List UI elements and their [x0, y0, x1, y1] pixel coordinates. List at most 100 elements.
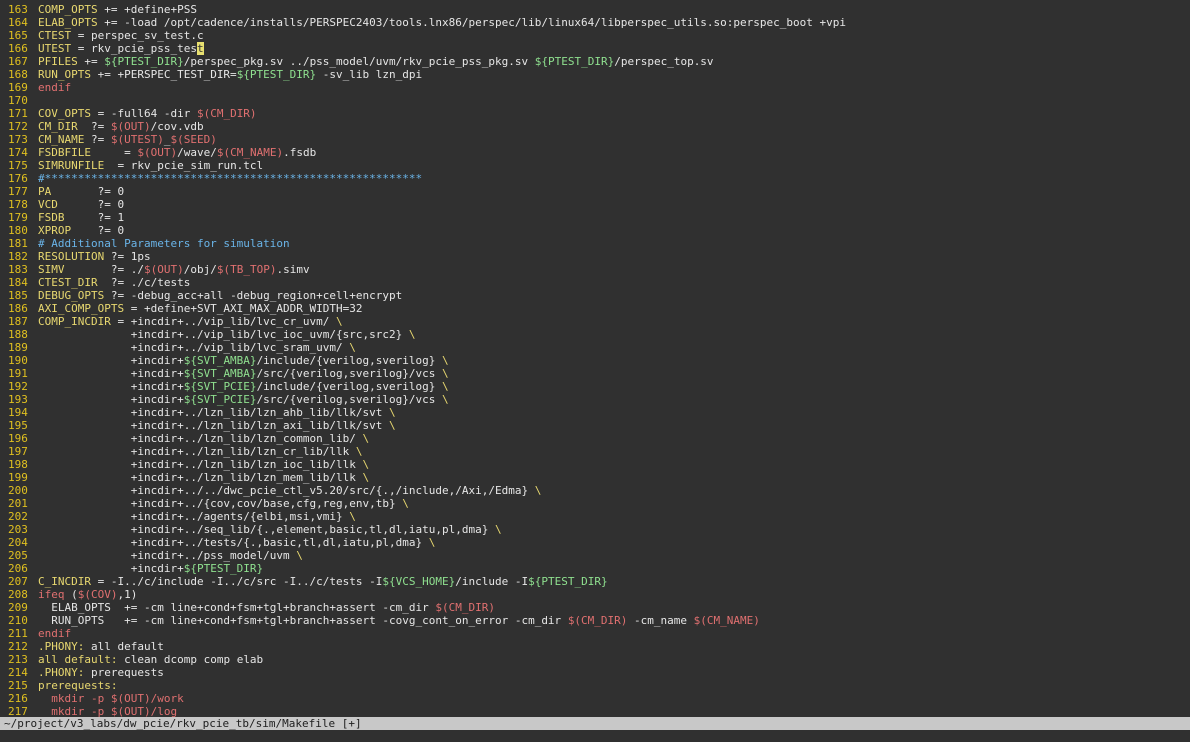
code-token: ( [64, 588, 78, 601]
code-line[interactable]: 190 +incdir+${SVT_AMBA}/include/{verilog… [0, 354, 449, 367]
code-line[interactable]: 196 +incdir+../lzn_lib/lzn_common_lib/ \ [0, 432, 369, 445]
code-text: PA ?= 0 [38, 185, 124, 198]
code-token: +incdir+../vip_lib/lvc_ioc_uvm/{src,src2… [38, 328, 409, 341]
line-number: 177 [8, 185, 28, 198]
code-text: SIMV ?= ./$(OUT)/obj/$(TB_TOP).simv [38, 263, 310, 276]
code-token: = +define+SVT_AXI_MAX_ADDR_WIDTH=32 [124, 302, 363, 315]
code-line[interactable]: 180 XPROP ?= 0 [0, 224, 124, 237]
line-number: 203 [8, 523, 28, 536]
line-number: 209 [8, 601, 28, 614]
code-text: CTEST = perspec_sv_test.c [38, 29, 204, 42]
code-line[interactable]: 171 COV_OPTS = -full64 -dir $(CM_DIR) [0, 107, 257, 120]
code-line[interactable]: 185 DEBUG_OPTS ?= -debug_acc+all -debug_r… [0, 289, 402, 302]
code-token: = perspec_sv_test.c [71, 29, 204, 42]
code-token: +incdir+../pss_model/uvm [38, 549, 297, 562]
code-text: +incdir+../lzn_lib/lzn_ahb_lib/llk/svt \ [38, 406, 396, 419]
code-line[interactable]: 174 FSDBFILE = $(OUT)/wave/$(CM_NAME).fsd… [0, 146, 316, 159]
code-line[interactable]: 172 CM_DIR ?= $(OUT)/cov.vdb [0, 120, 204, 133]
line-number: 168 [8, 68, 28, 81]
line-number: 178 [8, 198, 28, 211]
code-line[interactable]: 188 +incdir+../vip_lib/lvc_ioc_uvm/{src,… [0, 328, 416, 341]
code-line[interactable]: 165 CTEST = perspec_sv_test.c [0, 29, 204, 42]
code-text: +incdir+../{cov,cov/base,cfg,reg,env,tb}… [38, 497, 409, 510]
code-line[interactable]: 184 CTEST_DIR ?= ./c/tests [0, 276, 190, 289]
code-line[interactable]: 177 PA ?= 0 [0, 185, 124, 198]
code-token: +incdir+../lzn_lib/lzn_ahb_lib/llk/svt [38, 406, 389, 419]
code-text: +incdir+${SVT_PCIE}/src/{verilog,sverilo… [38, 393, 449, 406]
code-token: -cm_name [627, 614, 694, 627]
code-line[interactable]: 213 all default: clean dcomp comp elab [0, 653, 263, 666]
code-text: endif [38, 81, 71, 94]
code-text: +incdir+../lzn_lib/lzn_common_lib/ \ [38, 432, 369, 445]
code-line[interactable]: 191 +incdir+${SVT_AMBA}/src/{verilog,sve… [0, 367, 449, 380]
code-line[interactable]: 194 +incdir+../lzn_lib/lzn_ahb_lib/llk/s… [0, 406, 396, 419]
code-token: endif [38, 627, 72, 640]
code-line[interactable]: 214 .PHONY: prerequests [0, 666, 164, 679]
command-line[interactable] [0, 730, 1190, 742]
code-token: ELAB_OPTS += -cm line+cond+fsm+tgl+branc… [38, 601, 436, 614]
code-line[interactable]: 203 +incdir+../seq_lib/{.,element,basic,… [0, 523, 502, 536]
code-line[interactable]: 170 [0, 94, 38, 107]
code-line[interactable]: 175 SIMRUNFILE = rkv_pcie_sim_run.tcl [0, 159, 263, 172]
code-text: CM_DIR ?= $(OUT)/cov.vdb [38, 120, 204, 133]
line-number: 163 [8, 3, 28, 16]
code-line[interactable]: 198 +incdir+../lzn_lib/lzn_ioc_lib/llk \ [0, 458, 369, 471]
code-line[interactable]: 205 +incdir+../pss_model/uvm \ [0, 549, 303, 562]
code-line[interactable]: 208 ifeq ($(COV),1) [0, 588, 137, 601]
editor-text-area[interactable]: 163 COMP_OPTS += +define+PSS 164 ELAB_OPTS … [0, 0, 1190, 718]
code-token: \ [355, 445, 363, 458]
code-line[interactable]: 173 CM_NAME ?= $(UTEST)_$(SEED) [0, 133, 217, 146]
code-line[interactable]: 209 ELAB_OPTS += -cm line+cond+fsm+tgl+b… [0, 601, 495, 614]
code-text: FSDBFILE = $(OUT)/wave/$(CM_NAME).fsdb [38, 146, 316, 159]
code-line[interactable]: 216 mkdir -p $(OUT)/work [0, 692, 184, 705]
code-line[interactable]: 197 +incdir+../lzn_lib/lzn_cr_lib/llk \ [0, 445, 363, 458]
code-line[interactable]: 186 AXI_COMP_OPTS = +define+SVT_AXI_MAX_A… [0, 302, 363, 315]
code-line[interactable]: 169 endif [0, 81, 71, 94]
code-line[interactable]: 164 ELAB_OPTS += -load /opt/cadence/insta… [0, 16, 846, 29]
code-token: += +PERSPEC_TEST_DIR= [90, 68, 237, 81]
code-line[interactable]: 167 PFILES += ${PTEST_DIR}/perspec_pkg.sv… [0, 55, 714, 68]
code-line[interactable]: 163 COMP_OPTS += +define+PSS [0, 3, 197, 16]
code-line[interactable]: 181 # Additional Parameters for simulatio… [0, 237, 290, 250]
code-token: ?= [84, 133, 111, 146]
code-token: /src/{verilog,sverilog}/vcs [256, 393, 442, 406]
code-line[interactable]: 193 +incdir+${SVT_PCIE}/src/{verilog,sve… [0, 393, 449, 406]
code-line[interactable]: 207 C_INCDIR = -I../c/include -I../c/src … [0, 575, 608, 588]
code-line[interactable]: 204 +incdir+../tests/{.,basic,tl,dl,iatu… [0, 536, 435, 549]
code-line[interactable]: 200 +incdir+../../dwc_pcie_ctl_v5.20/src… [0, 484, 541, 497]
code-line[interactable]: 168 RUN_OPTS += +PERSPEC_TEST_DIR=${PTEST… [0, 68, 422, 81]
code-line[interactable]: 201 +incdir+../{cov,cov/base,cfg,reg,env… [0, 497, 409, 510]
line-number: 187 [8, 315, 28, 328]
code-line[interactable]: 183 SIMV ?= ./$(OUT)/obj/$(TB_TOP).simv [0, 263, 310, 276]
code-token: $(OUT) [137, 146, 178, 159]
code-text: COMP_INCDIR = +incdir+../vip_lib/lvc_cr_… [38, 315, 343, 328]
code-line[interactable]: 182 RESOLUTION ?= 1ps [0, 250, 151, 263]
code-line[interactable]: 176 #************************************… [0, 172, 422, 185]
code-token: \ [428, 536, 436, 549]
code-line[interactable]: 187 COMP_INCDIR = +incdir+../vip_lib/lvc_… [0, 315, 343, 328]
code-line[interactable]: 202 +incdir+../agents/{elbi,msi,vmi} \ [0, 510, 356, 523]
code-text: DEBUG_OPTS ?= -debug_acc+all -debug_regi… [38, 289, 402, 302]
code-line[interactable]: 206 +incdir+${PTEST_DIR} [0, 562, 263, 575]
code-line[interactable]: 199 +incdir+../lzn_lib/lzn_mem_lib/llk \ [0, 471, 369, 484]
code-token: +incdir+../lzn_lib/lzn_cr_lib/llk [38, 445, 356, 458]
code-line[interactable]: 210 RUN_OPTS += -cm line+cond+fsm+tgl+br… [0, 614, 760, 627]
code-line[interactable]: 195 +incdir+../lzn_lib/lzn_axi_lib/llk/s… [0, 419, 396, 432]
code-line[interactable]: 212 .PHONY: all default [0, 640, 164, 653]
code-token: +incdir+ [38, 562, 184, 575]
line-number: 185 [8, 289, 28, 302]
code-token: \ [362, 432, 370, 445]
code-line[interactable]: 211 endif [0, 627, 71, 640]
code-line[interactable]: 192 +incdir+${SVT_PCIE}/include/{verilog… [0, 380, 449, 393]
code-line[interactable]: 179 FSDB ?= 1 [0, 211, 124, 224]
code-line[interactable]: 215 prerequests: [0, 679, 117, 692]
code-line[interactable]: 178 VCD ?= 0 [0, 198, 124, 211]
code-line[interactable]: 189 +incdir+../vip_lib/lvc_sram_uvm/ \ [0, 341, 356, 354]
code-token: \ [389, 406, 396, 419]
code-token: ?= -debug_acc+all -debug_region+cell+enc… [104, 289, 403, 302]
code-text: ifeq ($(COV),1) [38, 588, 137, 601]
code-line[interactable]: 166 UTEST = rkv_pcie_pss_test [0, 42, 204, 55]
code-token: = [90, 146, 138, 159]
line-number: 213 [8, 653, 28, 666]
code-token: #***************************************… [38, 172, 423, 185]
